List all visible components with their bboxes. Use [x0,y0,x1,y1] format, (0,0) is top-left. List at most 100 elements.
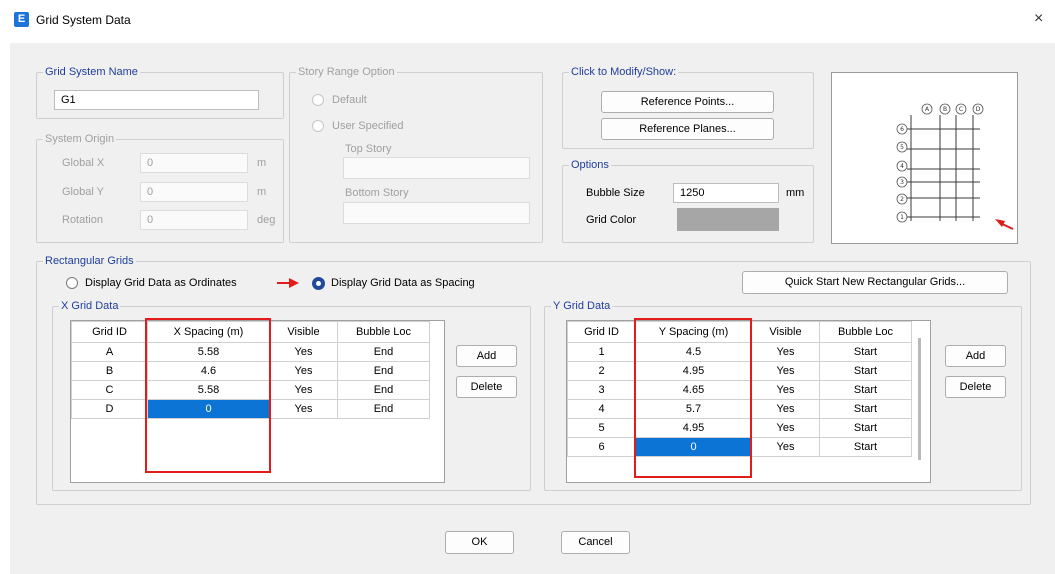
x-grid-id-cell[interactable]: A [71,342,148,362]
y-grid-id-cell[interactable]: 1 [567,342,636,362]
y-grid-id-cell[interactable]: 3 [567,380,636,400]
x-grid-header-bubble-loc[interactable]: Bubble Loc [337,321,430,343]
y-grid-header-grid-id[interactable]: Grid ID [567,321,636,343]
grid-preview: A B C D 6 5 4 3 2 1 [831,72,1018,244]
grid-preview-drawing: A B C D 6 5 4 3 2 1 [896,103,1014,230]
y-grid-scrollbar[interactable] [918,338,921,460]
global-y-unit: m [257,186,267,198]
etabs-app-icon: E [14,12,29,27]
bubble-b-text: B [943,106,947,113]
close-icon[interactable]: × [1034,10,1043,28]
system-origin-label: System Origin [43,133,117,146]
y-grid-id-cell[interactable]: 2 [567,361,636,381]
story-range-label: Story Range Option [296,66,397,79]
x-grid-data-label: X Grid Data [59,300,121,313]
y-grid-id-cell[interactable]: 5 [567,418,636,438]
global-y-input[interactable]: 0 [140,182,248,202]
bubble-size-input[interactable]: 1250 [673,183,779,203]
grid-system-name-input[interactable]: G1 [54,90,259,110]
ok-button[interactable]: OK [445,531,514,554]
x-spacing-highlight-box [145,318,271,473]
click-modify-label: Click to Modify/Show: [569,66,679,79]
rotation-input[interactable]: 0 [140,210,248,230]
reference-planes-button[interactable]: Reference Planes... [601,118,774,140]
x-bubble-loc-cell[interactable]: End [337,342,430,362]
bubble-size-label: Bubble Size [586,187,645,199]
y-bubble-loc-cell[interactable]: Start [819,399,912,419]
top-story-label: Top Story [345,143,392,155]
global-x-input[interactable]: 0 [140,153,248,173]
bottom-story-field[interactable] [343,202,530,224]
x-grid-delete-button[interactable]: Delete [456,376,517,398]
y-bubble-loc-cell[interactable]: Start [819,361,912,381]
red-arrow-spacing-icon [277,278,299,288]
y-grid-delete-button[interactable]: Delete [945,376,1006,398]
window-title: Grid System Data [36,13,131,27]
y-visible-cell[interactable]: Yes [751,361,820,381]
bubble-4-text: 4 [900,163,904,170]
global-y-label: Global Y [62,186,104,198]
ordinates-label: Display Grid Data as Ordinates [85,277,237,289]
x-grid-header-visible[interactable]: Visible [269,321,338,343]
x-visible-cell[interactable]: Yes [269,399,338,419]
y-bubble-loc-cell[interactable]: Start [819,437,912,457]
user-specified-label: User Specified [332,120,404,132]
grid-system-name-label: Grid System Name [43,66,140,79]
spacing-radio[interactable] [312,277,325,290]
x-grid-id-cell[interactable]: D [71,399,148,419]
x-grid-header-grid-id[interactable]: Grid ID [71,321,148,343]
rotation-unit: deg [257,214,276,226]
y-bubble-loc-cell[interactable]: Start [819,380,912,400]
default-radio[interactable] [312,94,324,106]
quick-start-grids-button[interactable]: Quick Start New Rectangular Grids... [742,271,1008,294]
cancel-button[interactable]: Cancel [561,531,630,554]
x-bubble-loc-cell[interactable]: End [337,361,430,381]
x-visible-cell[interactable]: Yes [269,380,338,400]
y-grid-header-bubble-loc[interactable]: Bubble Loc [819,321,912,343]
y-grid-id-cell[interactable]: 6 [567,437,636,457]
grid-color-label: Grid Color [586,214,637,226]
y-grid-add-button[interactable]: Add [945,345,1006,367]
x-bubble-loc-cell[interactable]: End [337,380,430,400]
bubble-3-text: 3 [900,179,904,186]
bubble-5-text: 5 [900,144,904,151]
y-grid-id-cell[interactable]: 4 [567,399,636,419]
x-bubble-loc-cell[interactable]: End [337,399,430,419]
global-x-label: Global X [62,157,105,169]
options-group: Options [562,159,814,243]
x-visible-cell[interactable]: Yes [269,361,338,381]
bubble-d-text: D [976,106,981,113]
red-arrow-preview-icon [995,219,1014,230]
y-visible-cell[interactable]: Yes [751,437,820,457]
spacing-label: Display Grid Data as Spacing [331,277,475,289]
y-grid-header-visible[interactable]: Visible [751,321,820,343]
title-bar: E Grid System Data × [0,0,1055,42]
bubble-size-unit: mm [786,187,805,199]
y-visible-cell[interactable]: Yes [751,418,820,438]
x-grid-id-cell[interactable]: C [71,380,148,400]
default-radio-label: Default [332,94,367,106]
y-visible-cell[interactable]: Yes [751,399,820,419]
ordinates-radio[interactable] [66,277,78,289]
x-grid-id-cell[interactable]: B [71,361,148,381]
bubble-1-text: 1 [900,214,904,221]
rectangular-grids-label: Rectangular Grids [43,255,136,268]
reference-points-button[interactable]: Reference Points... [601,91,774,113]
x-grid-add-button[interactable]: Add [456,345,517,367]
x-visible-cell[interactable]: Yes [269,342,338,362]
bubble-6-text: 6 [900,126,904,133]
y-visible-cell[interactable]: Yes [751,380,820,400]
y-bubble-loc-cell[interactable]: Start [819,342,912,362]
bubble-2-text: 2 [900,196,904,203]
bottom-story-label: Bottom Story [345,187,409,199]
y-bubble-loc-cell[interactable]: Start [819,418,912,438]
y-visible-cell[interactable]: Yes [751,342,820,362]
y-spacing-highlight-box [634,318,752,478]
y-grid-data-label: Y Grid Data [551,300,613,313]
user-specified-radio[interactable] [312,120,324,132]
top-story-field[interactable] [343,157,530,179]
bubble-c-text: C [959,106,963,113]
global-x-unit: m [257,157,267,169]
grid-color-swatch[interactable] [677,208,779,231]
rotation-label: Rotation [62,214,103,226]
